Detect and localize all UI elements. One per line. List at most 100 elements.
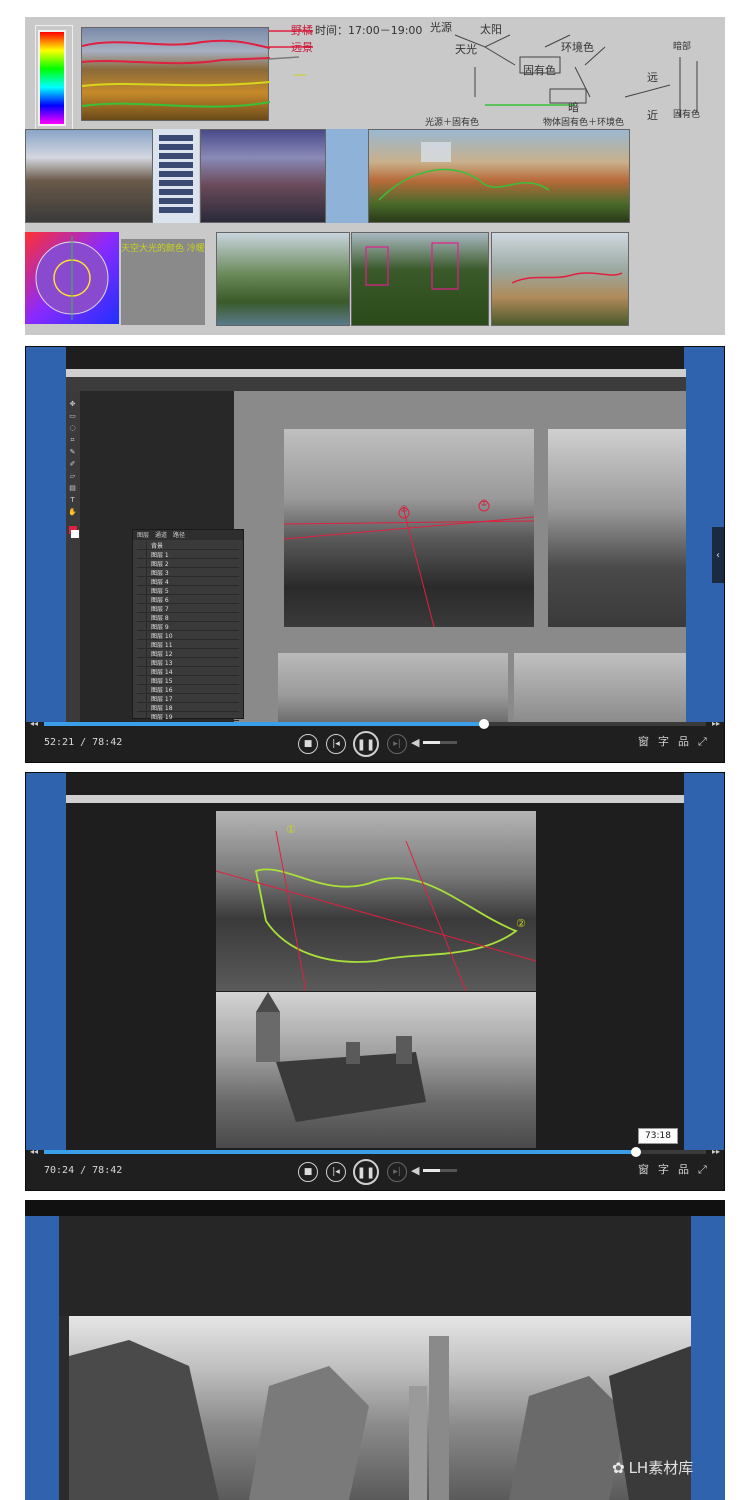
volume-level xyxy=(423,741,440,744)
marquee-tool-icon[interactable]: ▭ xyxy=(68,413,77,420)
diagram-node-dark-part: 暗部 xyxy=(673,42,692,52)
visibility-eye-icon[interactable] xyxy=(137,675,147,685)
stop-button[interactable]: ■ xyxy=(298,734,318,754)
seek-back-icon[interactable]: ◂◂ xyxy=(30,1147,38,1156)
visibility-eye-icon[interactable] xyxy=(137,567,147,577)
wechat-icon: ✿ xyxy=(612,1458,625,1477)
tab-channels[interactable]: 通道 xyxy=(155,530,167,540)
window-mode-icon[interactable]: 窗 xyxy=(638,1161,649,1177)
visibility-eye-icon[interactable] xyxy=(137,666,147,676)
visibility-eye-icon[interactable] xyxy=(137,594,147,604)
quality-icon[interactable]: 品 xyxy=(678,733,689,749)
layer-label: 图层 15 xyxy=(151,677,173,685)
visibility-eye-icon[interactable] xyxy=(137,693,147,703)
fullscreen-icon[interactable]: ⤢ xyxy=(698,735,707,749)
volume-slider[interactable] xyxy=(423,1169,457,1172)
stop-button[interactable]: ■ xyxy=(298,1162,318,1182)
visibility-eye-icon[interactable] xyxy=(137,585,147,595)
reference-photo-tower xyxy=(278,653,508,724)
ps-canvas-area[interactable]: ① ② xyxy=(234,391,686,724)
subtitle-icon[interactable]: 字 xyxy=(658,733,669,749)
eraser-tool-icon[interactable]: ▱ xyxy=(68,473,77,480)
layer-label: 图层 7 xyxy=(151,605,169,613)
hand-tool-icon[interactable]: ✋ xyxy=(68,509,77,516)
pause-button[interactable]: ❚❚ xyxy=(353,1159,379,1185)
pause-icon: ❚❚ xyxy=(356,737,376,751)
seek-forward-icon[interactable]: ▸▸ xyxy=(712,719,720,728)
right-blue-margin xyxy=(691,1216,725,1500)
seek-back-icon[interactable]: ◂◂ xyxy=(30,719,38,728)
video-player-2[interactable]: ① ② 73:18 ◂◂ ▸▸ 70:24 / 78:42 ■ |◂ ❚❚ ▸|… xyxy=(25,772,725,1191)
diagram-node-sun: 太阳 xyxy=(480,23,502,36)
visibility-eye-icon[interactable] xyxy=(137,612,147,622)
next-button[interactable]: ▸| xyxy=(387,1162,407,1182)
castle-reference-photo: ① ② xyxy=(216,811,536,991)
seek-bar[interactable] xyxy=(44,719,706,729)
quality-icon[interactable]: 品 xyxy=(678,1161,689,1177)
seek-handle[interactable] xyxy=(630,1147,641,1157)
hill-town-photo xyxy=(491,232,629,326)
crop-tool-icon[interactable]: ⌗ xyxy=(68,437,77,444)
seek-forward-icon[interactable]: ▸▸ xyxy=(712,1147,720,1156)
collapse-panel-icon[interactable]: ‹ xyxy=(712,527,724,583)
previous-button[interactable]: |◂ xyxy=(326,734,346,754)
layer-label: 图层 14 xyxy=(151,668,173,676)
background-color-swatch[interactable] xyxy=(71,530,79,538)
layer-row[interactable]: 图层 19 xyxy=(137,711,239,721)
volume-icon[interactable]: ◀ xyxy=(411,736,419,749)
text-tool-icon[interactable]: T xyxy=(68,497,77,504)
layer-label: 背景 xyxy=(151,542,164,550)
visibility-eye-icon[interactable] xyxy=(137,639,147,649)
ps-menu-bar xyxy=(66,795,684,803)
gradient-tool-icon[interactable]: ▤ xyxy=(68,485,77,492)
visibility-eye-icon[interactable] xyxy=(137,603,147,613)
subtitle-icon[interactable]: 字 xyxy=(658,1161,669,1177)
next-button[interactable]: ▸| xyxy=(387,734,407,754)
visibility-eye-icon[interactable] xyxy=(137,630,147,640)
tab-paths[interactable]: 路径 xyxy=(173,530,185,540)
diagram-node-local-color-2: 固有色 xyxy=(673,110,701,120)
layer-label: 图层 16 xyxy=(151,686,173,694)
eyedropper-tool-icon[interactable]: ✎ xyxy=(68,449,77,456)
fullscreen-icon[interactable]: ⤢ xyxy=(698,1163,707,1177)
diagram-node-far: 远 xyxy=(647,71,658,84)
forest-overlay-boxes xyxy=(365,242,459,290)
visibility-eye-icon[interactable] xyxy=(137,684,147,694)
video-player-1[interactable]: ✥ ▭ ◌ ⌗ ✎ ✐ ▱ ▤ T ✋ ① ② 图层 通道 路径 背景 图层 1… xyxy=(25,346,725,763)
layers-panel[interactable]: 图层 通道 路径 背景 图层 1 图层 2 图层 3 图层 4 图层 5 图层 6 图层 7图… xyxy=(132,529,244,721)
volume-icon[interactable]: ◀ xyxy=(411,1164,419,1177)
ps-toolbar: ✥ ▭ ◌ ⌗ ✎ ✐ ▱ ▤ T ✋ xyxy=(66,391,80,724)
visibility-eye-icon[interactable] xyxy=(137,648,147,658)
visibility-eye-icon[interactable] xyxy=(137,621,147,631)
visibility-eye-icon[interactable] xyxy=(137,657,147,667)
diagram-node-skylight: 天光 xyxy=(455,43,477,56)
previous-button[interactable]: |◂ xyxy=(326,1162,346,1182)
diagram-node-local-color: 固有色 xyxy=(523,64,556,77)
time-display: 52:21 / 78:42 xyxy=(44,737,123,748)
window-mode-icon[interactable]: 窗 xyxy=(638,733,649,749)
seek-bar[interactable] xyxy=(44,1147,706,1157)
perspective-label-1: ① xyxy=(480,499,489,509)
move-tool-icon[interactable]: ✥ xyxy=(68,401,77,408)
layer-label: 图层 9 xyxy=(151,623,169,631)
seek-handle[interactable] xyxy=(478,719,489,729)
diagram-node-light-plus-local: 光源＋固有色 xyxy=(425,118,480,128)
diagram-node-ambient: 环境色 xyxy=(561,41,594,54)
castle-blockout-3d xyxy=(216,992,536,1148)
visibility-eye-icon[interactable] xyxy=(137,558,147,568)
right-blue-margin xyxy=(684,773,724,1150)
visibility-eye-icon[interactable] xyxy=(137,702,147,712)
video-top-bar xyxy=(25,1200,725,1216)
tab-layers[interactable]: 图层 xyxy=(137,530,149,540)
visibility-eye-icon[interactable] xyxy=(137,540,147,550)
visibility-eye-icon[interactable] xyxy=(137,549,147,559)
video-player-3[interactable] xyxy=(25,1200,725,1500)
brush-tool-icon[interactable]: ✐ xyxy=(68,461,77,468)
lasso-tool-icon[interactable]: ◌ xyxy=(68,425,77,432)
visibility-eye-icon[interactable] xyxy=(137,576,147,586)
layer-label: 图层 13 xyxy=(151,659,173,667)
city-street-photo xyxy=(25,129,153,223)
visibility-eye-icon[interactable] xyxy=(137,711,147,721)
pause-button[interactable]: ❚❚ xyxy=(353,731,379,757)
volume-slider[interactable] xyxy=(423,741,457,744)
